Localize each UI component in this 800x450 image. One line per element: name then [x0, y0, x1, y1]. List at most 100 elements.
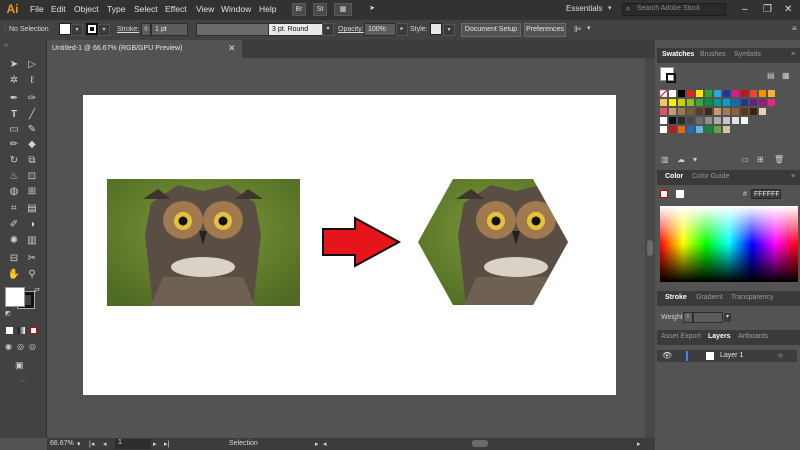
owl-photo-original[interactable]: [107, 179, 300, 306]
vertical-scroll-thumb[interactable]: [647, 240, 653, 256]
stroke-dropdown[interactable]: ▾: [98, 24, 110, 36]
lasso-icon[interactable]: ℓ: [25, 74, 39, 88]
align-dropdown-icon[interactable]: ▾: [587, 24, 591, 32]
tab-symbols[interactable]: Symbols: [734, 51, 761, 58]
artboard[interactable]: [83, 95, 616, 395]
slice-icon[interactable]: ✂: [25, 252, 39, 266]
hscroll-left-icon[interactable]: ◂: [323, 440, 327, 448]
rotate-icon[interactable]: ↻: [7, 154, 21, 168]
mesh-icon[interactable]: ⌗: [7, 202, 21, 216]
curvature-icon[interactable]: ✑: [25, 92, 39, 106]
bridge-button[interactable]: Br: [292, 3, 306, 16]
first-artboard-icon[interactable]: |◂: [89, 440, 94, 448]
tab-stroke[interactable]: Stroke: [665, 294, 687, 301]
default-colors-icon[interactable]: ◩: [5, 310, 11, 317]
perspective-icon[interactable]: ⊞: [25, 185, 39, 199]
color-spectrum[interactable]: [660, 206, 798, 282]
tab-artboards[interactable]: Artboards: [738, 333, 768, 340]
workspace-chevron-icon[interactable]: ▾: [608, 4, 612, 12]
opacity-dropdown[interactable]: ▸: [396, 23, 408, 36]
style-dropdown[interactable]: ▾: [443, 24, 455, 36]
status-menu-icon[interactable]: ▸: [315, 440, 319, 448]
layer-name[interactable]: Layer 1: [720, 352, 743, 359]
pen-icon[interactable]: ✒: [7, 92, 21, 106]
draw-mode-icon[interactable]: ◉: [5, 342, 12, 351]
layer-target-icon[interactable]: ○: [778, 351, 783, 360]
swatch-cells[interactable]: [659, 89, 779, 139]
eyedropper-icon[interactable]: ✐: [7, 218, 21, 232]
color-white-swatch[interactable]: [676, 190, 684, 198]
menu-type[interactable]: Type: [107, 4, 125, 14]
blend-icon[interactable]: ◑: [25, 218, 39, 232]
workspace-switcher[interactable]: Essentials: [566, 4, 602, 13]
color-menu-icon[interactable]: ≡: [791, 173, 795, 180]
none-mode-icon[interactable]: [30, 327, 37, 334]
minimize-button[interactable]: –: [742, 4, 748, 15]
gradient-mode-icon[interactable]: [18, 327, 25, 334]
hscroll-right-icon[interactable]: ▸: [637, 440, 641, 448]
opacity-field[interactable]: 100%: [364, 23, 396, 36]
tab-gradient[interactable]: Gradient: [696, 294, 723, 301]
show-swatch-kinds-icon[interactable]: ▾: [693, 155, 697, 164]
stroke-stepper[interactable]: ◊: [141, 23, 151, 36]
menu-select[interactable]: Select: [134, 4, 158, 14]
fill-swatch[interactable]: [59, 23, 71, 35]
brush-dropdown[interactable]: ▾: [322, 23, 334, 36]
hand-icon[interactable]: ✋: [7, 268, 21, 282]
tab-color[interactable]: Color: [665, 173, 683, 180]
eye-icon[interactable]: 👁: [662, 351, 672, 360]
weight-stepper[interactable]: ◊: [683, 312, 693, 323]
menu-object[interactable]: Object: [74, 4, 99, 14]
stroke-swatch[interactable]: [86, 23, 98, 35]
collapse-toolbar-icon[interactable]: »: [4, 42, 8, 49]
swap-colors-icon[interactable]: ⇄: [34, 286, 40, 294]
pencil-icon[interactable]: ✏: [7, 138, 21, 152]
fill-color-box[interactable]: [5, 287, 25, 307]
swatch-libraries-icon[interactable]: ▥: [661, 155, 669, 164]
preferences-button[interactable]: Preferences: [524, 23, 566, 37]
next-artboard-icon[interactable]: ▸: [153, 440, 157, 448]
tab-swatches[interactable]: Swatches: [662, 51, 694, 58]
rectangle-icon[interactable]: ▭: [7, 123, 21, 137]
restore-button[interactable]: ❐: [763, 4, 772, 15]
menu-help[interactable]: Help: [259, 4, 276, 14]
zoom-icon[interactable]: ⚲: [25, 268, 39, 282]
free-transform-icon[interactable]: ⊡: [25, 170, 39, 184]
tab-layers[interactable]: Layers: [708, 333, 731, 340]
swatches-menu-icon[interactable]: ≡: [791, 51, 795, 58]
close-tab-icon[interactable]: ✕: [228, 43, 236, 54]
zoom-dropdown-icon[interactable]: ▾: [77, 440, 81, 448]
weight-dropdown[interactable]: ▾: [723, 312, 732, 323]
new-swatch-icon[interactable]: ⊞: [757, 155, 764, 164]
tab-color-guide[interactable]: Color Guide: [692, 173, 729, 180]
line-icon[interactable]: ╱: [25, 108, 39, 122]
new-color-group-icon[interactable]: ▭: [741, 155, 749, 164]
control-menu-icon[interactable]: ≡: [792, 24, 797, 33]
add-to-library-icon[interactable]: ☁: [677, 155, 685, 164]
last-artboard-icon[interactable]: ▸|: [164, 440, 169, 448]
stroke-label[interactable]: Stroke:: [117, 26, 139, 33]
gpu-performance-icon[interactable]: ➤: [365, 3, 379, 16]
symbol-sprayer-icon[interactable]: ✺: [7, 234, 21, 248]
graphic-style-swatch[interactable]: [430, 23, 442, 35]
color-mode-icon[interactable]: [6, 327, 13, 334]
type-icon[interactable]: T: [7, 108, 21, 122]
search-stock-input[interactable]: ⌕ Search Adobe Stock: [622, 3, 726, 16]
menu-file[interactable]: File: [30, 4, 44, 14]
swatch-grid[interactable]: [659, 89, 779, 139]
warp-icon[interactable]: ♨: [7, 170, 21, 184]
delete-swatch-icon[interactable]: 🗑: [774, 155, 784, 164]
close-window-button[interactable]: ✕: [784, 4, 792, 15]
arrange-documents-icon[interactable]: ▦: [334, 3, 352, 16]
eraser-icon[interactable]: ◆: [25, 138, 39, 152]
menu-effect[interactable]: Effect: [165, 4, 187, 14]
artboard-icon[interactable]: ⊟: [7, 252, 21, 266]
menu-window[interactable]: Window: [221, 4, 251, 14]
draw-behind-icon[interactable]: ◎: [17, 342, 24, 351]
stroke-weight-field[interactable]: 1 pt: [151, 23, 188, 36]
document-setup-button[interactable]: Document Setup: [461, 23, 521, 37]
fill-dropdown[interactable]: ▾: [71, 24, 83, 36]
tab-brushes[interactable]: Brushes: [700, 51, 726, 58]
direct-selection-icon[interactable]: ▷: [25, 58, 39, 72]
prev-artboard-icon[interactable]: ◂: [103, 440, 107, 448]
